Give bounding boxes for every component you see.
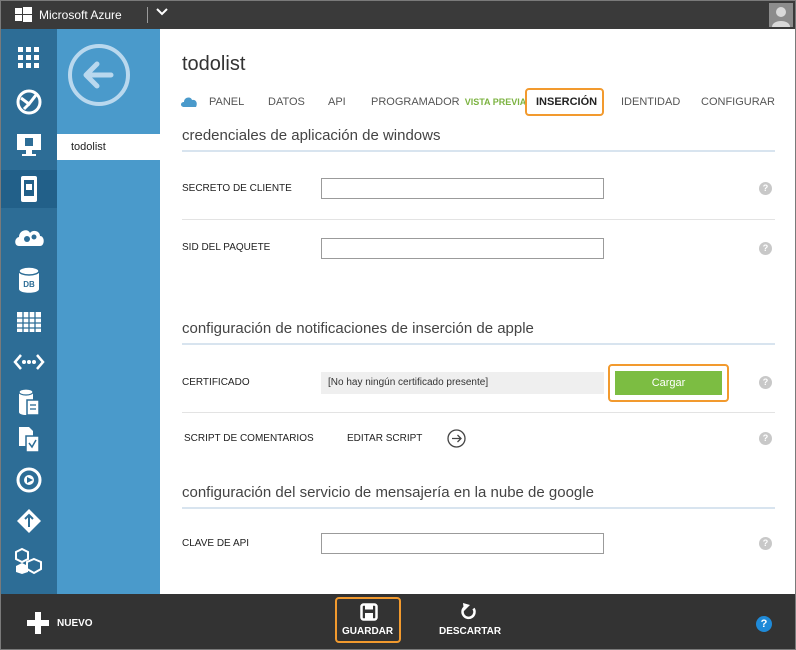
certificate-value: [No hay ningún certificado presente]: [321, 372, 604, 394]
help-icon[interactable]: ?: [756, 616, 772, 632]
section-divider: [182, 507, 775, 509]
service-subnav: todolist: [57, 29, 160, 594]
command-bar: NUEVO GUARDAR DESCARTAR ?: [1, 594, 795, 649]
rail-item-mobile-services[interactable]: [1, 170, 57, 208]
plus-icon: [27, 612, 49, 634]
undo-icon: [461, 603, 476, 620]
brand-title: Microsoft Azure: [39, 8, 122, 22]
section-divider: [182, 150, 775, 152]
cache-icon: [17, 509, 41, 533]
tab-push[interactable]: INSERCIÓN: [536, 91, 597, 113]
rail-item-visual-studio-online[interactable]: [1, 461, 57, 499]
all-items-icon: [18, 47, 39, 68]
visual-studio-online-icon: [16, 467, 42, 493]
tab-identity[interactable]: IDENTIDAD: [621, 91, 680, 113]
addons-icon: [15, 547, 42, 575]
windows-logo-icon: [15, 7, 32, 23]
edit-script-link[interactable]: EDITAR SCRIPT: [347, 433, 422, 444]
package-sid-label: SID DEL PAQUETE: [182, 242, 271, 253]
preview-badge: VISTA PREVIA: [464, 97, 527, 107]
help-icon[interactable]: ?: [759, 432, 772, 445]
client-secret-input[interactable]: [321, 178, 604, 199]
rail-item-storage[interactable]: [1, 303, 57, 341]
service-bus-icon: [19, 427, 40, 453]
section-title-google: configuración del servicio de mensajería…: [182, 484, 594, 501]
discard-button[interactable]: DESCARTAR: [439, 603, 501, 643]
user-icon: [772, 7, 790, 27]
virtual-machines-icon: [17, 134, 41, 156]
storage-icon: [17, 312, 41, 332]
cloud-icon: [181, 97, 197, 107]
rail-item-websites[interactable]: [1, 83, 57, 121]
hdinsight-icon: [13, 354, 45, 370]
rail-item-addons[interactable]: [1, 542, 57, 580]
client-secret-label: SECRETO DE CLIENTE: [182, 183, 292, 194]
api-key-input[interactable]: [321, 533, 604, 554]
tab-api[interactable]: API: [328, 91, 346, 113]
tab-developer-label: PROGRAMADOR: [371, 96, 460, 108]
section-title-apple: configuración de notificaciones de inser…: [182, 320, 534, 337]
azure-portal-window: Microsoft Azure DB todolist todolist PAN…: [0, 0, 796, 650]
rail-item-virtual-machines[interactable]: [1, 126, 57, 164]
new-button[interactable]: NUEVO: [27, 612, 93, 634]
rail-item-service-bus[interactable]: [1, 421, 57, 459]
row-divider: [182, 412, 775, 413]
save-icon: [360, 603, 378, 621]
avatar[interactable]: [769, 3, 793, 27]
sql-database-icon: DB: [18, 266, 40, 293]
new-button-label: NUEVO: [57, 618, 93, 629]
cloud-services-icon: [15, 230, 44, 246]
chevron-down-icon[interactable]: [155, 5, 169, 19]
discard-button-label: DESCARTAR: [439, 626, 502, 637]
divider: [147, 7, 148, 23]
section-divider: [182, 343, 775, 345]
rail-item-media-services[interactable]: [1, 383, 57, 421]
rail-item-cache[interactable]: [1, 502, 57, 540]
api-key-label: CLAVE DE API: [182, 538, 250, 549]
save-button-label: GUARDAR: [342, 626, 394, 637]
section-title-windows: credenciales de aplicación de windows: [182, 127, 441, 144]
help-icon[interactable]: ?: [759, 182, 772, 195]
service-rail: DB: [1, 29, 57, 594]
rail-item-hdinsight[interactable]: [1, 343, 57, 381]
save-button[interactable]: GUARDAR: [342, 603, 396, 643]
package-sid-input[interactable]: [321, 238, 604, 259]
feedback-script-label: SCRIPT DE COMENTARIOS: [184, 433, 314, 444]
main-content: todolist PANEL DATOS API PROGRAMADOR VIS…: [160, 29, 795, 594]
rail-item-cloud-services[interactable]: [1, 217, 57, 255]
help-icon[interactable]: ?: [759, 537, 772, 550]
row-divider: [182, 219, 775, 220]
tab-panel[interactable]: PANEL: [209, 91, 244, 113]
page-title: todolist: [182, 53, 246, 75]
rail-item-sql-database[interactable]: DB: [1, 261, 57, 299]
help-icon[interactable]: ?: [759, 376, 772, 389]
certificate-label: CERTIFICADO: [182, 377, 250, 388]
tab-data[interactable]: DATOS: [268, 91, 305, 113]
upload-button[interactable]: Cargar: [615, 371, 722, 395]
db-label: DB: [23, 280, 35, 289]
top-bar: Microsoft Azure: [1, 1, 795, 29]
rail-item-all-items[interactable]: [1, 39, 57, 77]
help-icon[interactable]: ?: [759, 242, 772, 255]
subnav-item-todolist[interactable]: todolist: [57, 134, 160, 160]
arrow-right-circle-icon[interactable]: [447, 429, 466, 448]
tab-configure[interactable]: CONFIGURAR: [701, 91, 775, 113]
media-services-icon: [18, 388, 40, 416]
tab-developer[interactable]: PROGRAMADOR VISTA PREVIA: [371, 91, 526, 113]
mobile-services-icon: [21, 176, 37, 202]
websites-icon: [16, 89, 42, 115]
back-arrow-icon[interactable]: [67, 43, 131, 107]
